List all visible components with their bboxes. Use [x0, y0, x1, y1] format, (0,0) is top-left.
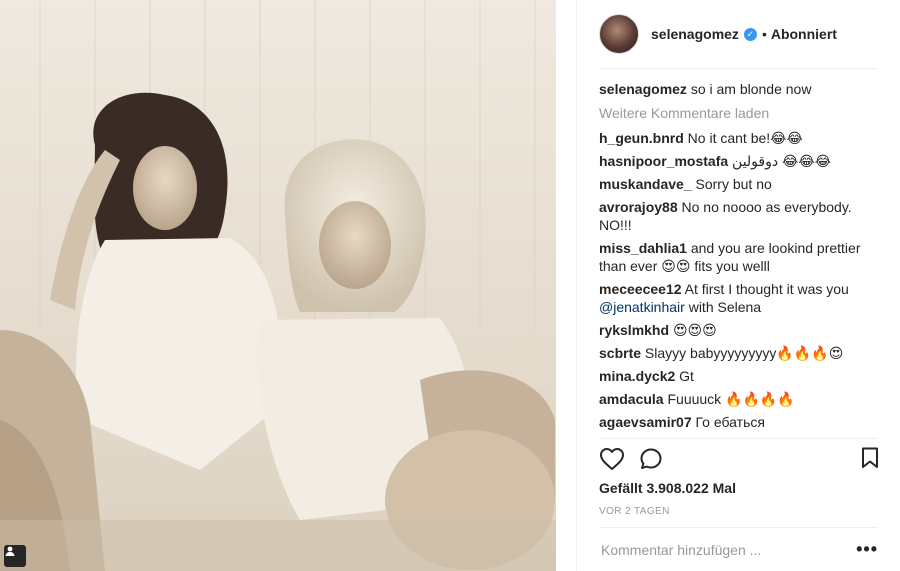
comment-text: 😍😍😍: [672, 322, 717, 338]
follow-status-button[interactable]: Abonniert: [771, 26, 837, 42]
comment-text: Sorry but no: [695, 176, 772, 192]
comment-item: miss_dahlia1 and you are lookind prettie…: [599, 239, 869, 275]
speech-bubble-icon[interactable]: [639, 447, 663, 476]
comment-item: h_geun.bnrd No it cant be!😂😂: [599, 129, 869, 147]
comment-input-divider: [599, 527, 878, 528]
header-separator: •: [761, 26, 767, 42]
post-caption: selenagomez so i am blonde now: [599, 80, 869, 98]
caption-text: so i am blonde now: [690, 81, 812, 97]
comment-list: selenagomez so i am blonde now Weitere K…: [599, 80, 869, 436]
photo-border: [556, 0, 560, 571]
author-username[interactable]: selenagomez: [651, 26, 739, 42]
comment-username[interactable]: amdacula: [599, 391, 664, 407]
bookmark-icon[interactable]: [861, 447, 879, 474]
header-divider: [599, 68, 878, 69]
comment-item: rykslmkhd 😍😍😍: [599, 321, 869, 339]
action-bar: [599, 446, 879, 474]
comment-username[interactable]: muskandave_: [599, 176, 692, 192]
likes-count[interactable]: Gefällt 3.908.022 Mal: [599, 480, 736, 496]
comment-username[interactable]: scbrte: [599, 345, 641, 361]
comment-item: avrorajoy88 No no noooo as everybody. NO…: [599, 198, 869, 234]
comment-text-after: with Selena: [684, 299, 762, 315]
comment-text: دوقولین 😂😂😂: [732, 153, 832, 169]
avatar[interactable]: [599, 14, 639, 54]
comment-item: meceecee12 At first I thought it was you…: [599, 280, 869, 316]
verified-badge-icon: ✓: [743, 27, 757, 41]
comment-username[interactable]: avrorajoy88: [599, 199, 678, 215]
comment-item: mina.dyck2 Gt: [599, 367, 869, 385]
more-options-button[interactable]: •••: [856, 540, 878, 558]
post-photo[interactable]: [0, 0, 560, 571]
post-header: selenagomez ✓ • Abonniert: [577, 0, 900, 68]
comment-username[interactable]: meceecee12: [599, 281, 682, 297]
comment-username[interactable]: hasnipoor_mostafa: [599, 153, 728, 169]
comment-text: Gt: [679, 368, 694, 384]
comment-mention-link[interactable]: @jenatkinhair: [599, 299, 685, 315]
load-more-comments-link[interactable]: Weitere Kommentare laden: [599, 104, 869, 122]
comment-item: amdacula Fuuuuck 🔥🔥🔥🔥: [599, 390, 869, 408]
comment-username[interactable]: mina.dyck2: [599, 368, 675, 384]
add-comment-input[interactable]: [601, 541, 841, 559]
comment-text: Го ебаться: [695, 414, 765, 430]
post-panel: selenagomez ✓ • Abonniert selenagomez so…: [577, 0, 900, 571]
comment-username[interactable]: h_geun.bnrd: [599, 130, 684, 146]
comment-text: Fuuuuck 🔥🔥🔥🔥: [667, 391, 795, 407]
comment-username[interactable]: miss_dahlia1: [599, 240, 687, 256]
comment-item: scbrte Slayyy babyyyyyyyyy🔥🔥🔥😍: [599, 344, 869, 362]
comment-item: agaevsamir07 Го ебаться: [599, 413, 869, 431]
comment-text: Slayyy babyyyyyyyyy🔥🔥🔥😍: [644, 345, 844, 361]
actions-divider: [599, 438, 878, 439]
caption-username[interactable]: selenagomez: [599, 81, 687, 97]
post-timestamp[interactable]: VOR 2 TAGEN: [599, 506, 670, 517]
comment-item: hasnipoor_mostafa دوقولین 😂😂😂: [599, 152, 869, 170]
comment-item: muskandave_ Sorry but no: [599, 175, 869, 193]
comment-username[interactable]: agaevsamir07: [599, 414, 692, 430]
comment-username[interactable]: rykslmkhd: [599, 322, 669, 338]
photo-illustration: [0, 0, 560, 571]
heart-outline-icon[interactable]: [599, 447, 625, 476]
comment-text: At first I thought it was you: [684, 281, 849, 297]
comment-text: No it cant be!😂😂: [687, 130, 803, 146]
user-tag-icon[interactable]: [4, 545, 26, 567]
